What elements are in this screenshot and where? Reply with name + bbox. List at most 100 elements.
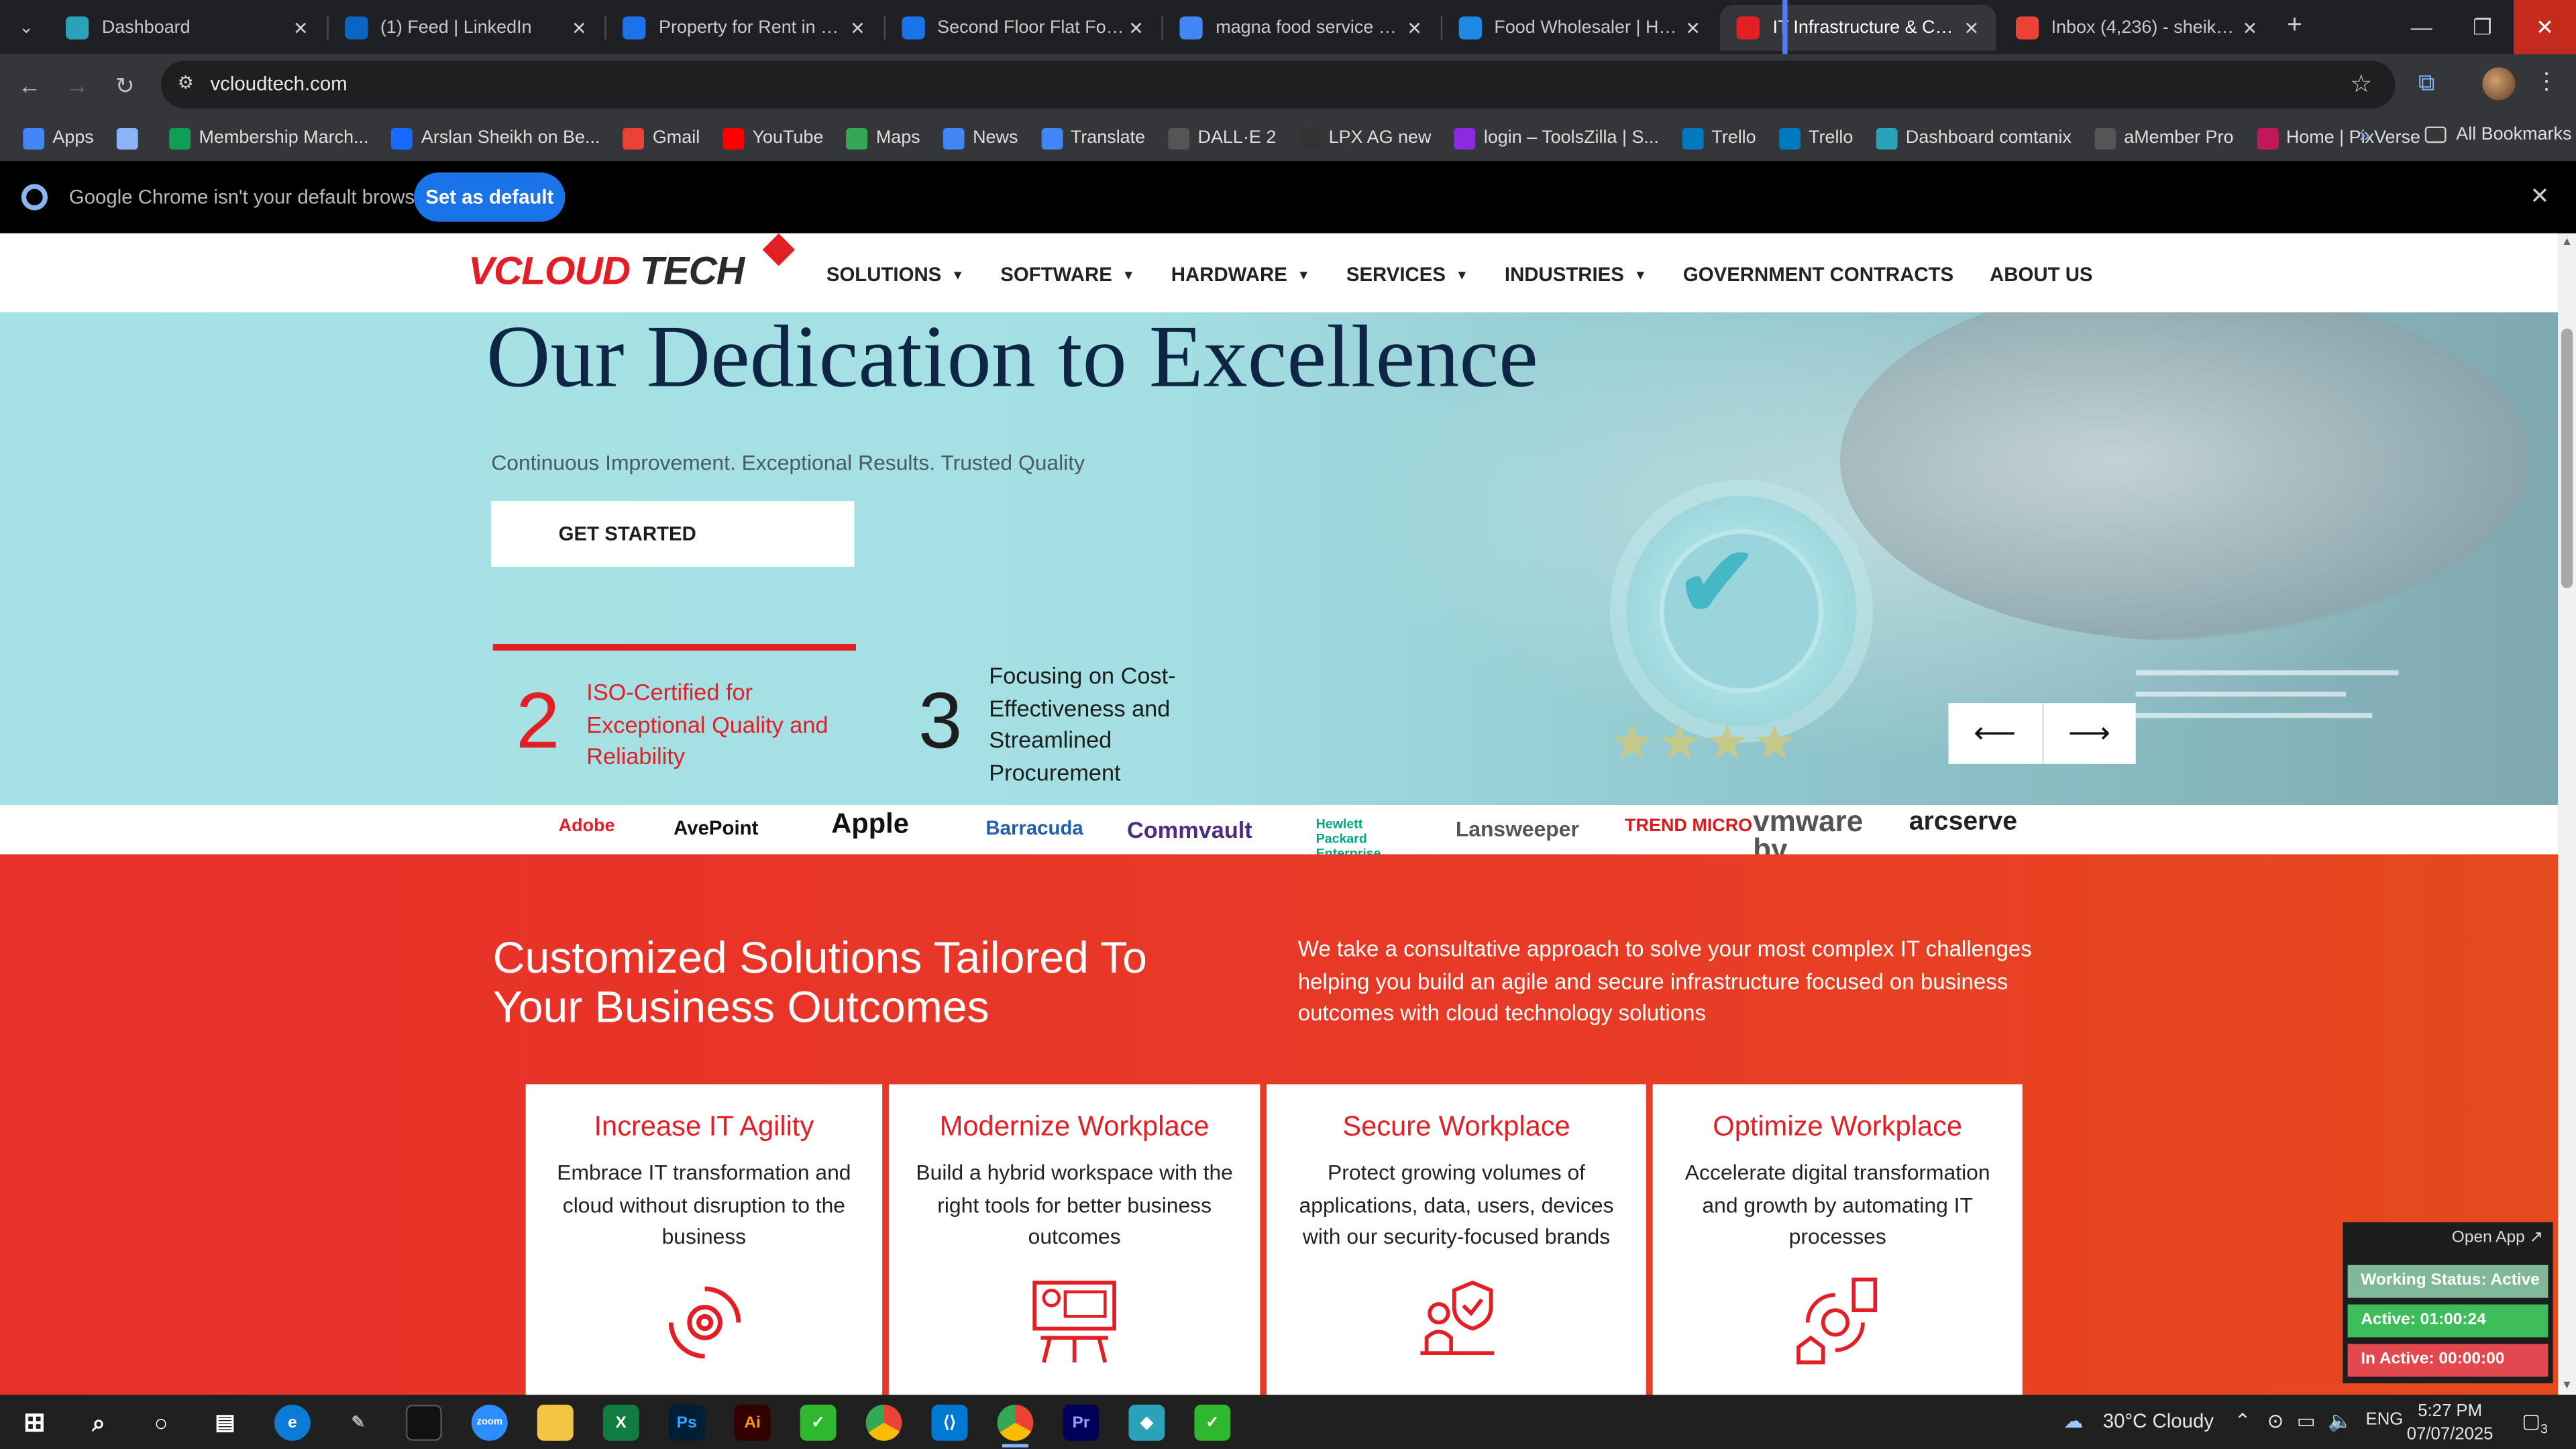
scrollbar-thumb[interactable] (2561, 328, 2573, 588)
back-arrow-icon[interactable]: ← (13, 69, 46, 102)
brand-logo[interactable]: Adobe (559, 816, 615, 836)
page-scrollbar[interactable]: ▲ ▼ (2558, 233, 2576, 1395)
forward-arrow-icon[interactable]: → (61, 69, 94, 102)
browser-tab[interactable]: Dashboard ✕ (49, 5, 325, 51)
tab-search-chevron-icon[interactable]: ⌄ (10, 13, 43, 43)
bookmark-item[interactable]: Trello (1682, 127, 1756, 149)
close-window-button[interactable]: ✕ (2513, 0, 2576, 54)
windows-start-icon[interactable]: ⊞ (16, 1405, 52, 1441)
pen-icon[interactable]: ✎ (340, 1405, 376, 1441)
nav-item[interactable]: SERVICES ▼ (1346, 263, 1468, 286)
close-tab-icon[interactable]: ✕ (568, 17, 590, 38)
bookmark-item[interactable]: Dashboard comtanix (1876, 127, 2072, 149)
new-tab-button[interactable]: + (2287, 11, 2302, 41)
nav-item[interactable]: SOFTWARE ▼ (1000, 263, 1135, 286)
bookmark-item[interactable]: YouTube (722, 127, 823, 149)
cortana-icon[interactable]: ○ (143, 1405, 179, 1441)
more-bookmarks-icon[interactable]: » (2359, 123, 2370, 146)
bookmark-item[interactable]: Arslan Sheikh on Be... (391, 127, 600, 149)
green-app-icon[interactable]: ✓ (800, 1404, 837, 1441)
chrome-active-icon[interactable] (997, 1404, 1034, 1441)
bookmark-item[interactable]: Maps (846, 127, 920, 149)
close-tab-icon[interactable]: ✕ (1960, 17, 1983, 38)
notifications-icon[interactable]: ▢3 (2522, 1409, 2548, 1436)
edge-icon[interactable]: e (274, 1404, 311, 1441)
reload-icon[interactable]: ↻ (109, 69, 142, 102)
weather-text[interactable]: 30°C Cloudy (2103, 1409, 2214, 1432)
brand-logo[interactable]: Barracuda (985, 816, 1083, 839)
bookmark-item[interactable]: Gmail (623, 127, 700, 149)
system-clock[interactable]: 5:27 PM 07/07/2025 (2407, 1400, 2493, 1446)
brand-logo[interactable]: arcserve (1909, 808, 2017, 838)
bookmark-star-icon[interactable]: ☆ (2350, 69, 2372, 99)
restore-button[interactable]: ❐ (2451, 0, 2514, 54)
address-bar[interactable]: ⚙ vcloudtech.com ☆ (161, 60, 2396, 109)
site-info-icon[interactable]: ⚙ (174, 72, 197, 95)
task-view-icon[interactable]: ▤ (207, 1405, 244, 1441)
bookmark-item[interactable]: Apps (23, 127, 94, 149)
browser-tab[interactable]: (1) Feed | LinkedIn ✕ (328, 5, 604, 51)
bookmark-item[interactable]: aMember Pro (2094, 127, 2233, 149)
set-as-default-button[interactable]: Set as default (414, 172, 566, 222)
zoom-icon[interactable]: zoom (471, 1404, 508, 1441)
close-tab-icon[interactable]: ✕ (846, 17, 869, 38)
get-started-button[interactable]: GET STARTED (491, 500, 855, 567)
nav-item[interactable]: GOVERNMENT CONTRACTS (1683, 263, 1953, 286)
close-tab-icon[interactable]: ✕ (1403, 17, 1426, 38)
browser-tab[interactable]: IT Infrastructure & Cyber ✕ (1720, 5, 1996, 51)
bookmark-item[interactable]: Trello (1778, 127, 1853, 149)
photoshop-icon[interactable]: Ps (668, 1404, 705, 1441)
file-explorer-icon[interactable] (537, 1404, 574, 1441)
bookmark-item[interactable]: Home | PixVerse (2256, 127, 2420, 149)
premiere-icon[interactable]: Pr (1063, 1404, 1099, 1441)
brand-logo[interactable]: TREND MICRO (1625, 816, 1752, 836)
browser-tab[interactable]: Property for Rent in Rawa ✕ (606, 5, 882, 51)
volume-icon[interactable]: 🔈 (2328, 1409, 2353, 1432)
nav-item[interactable]: INDUSTRIES ▼ (1505, 263, 1647, 286)
minimize-button[interactable]: — (2390, 0, 2453, 54)
brand-logo[interactable]: Apple (831, 808, 909, 841)
url-text[interactable]: vcloudtech.com (210, 72, 347, 95)
vscode-icon[interactable]: ⟨⟩ (931, 1404, 968, 1441)
bookmark-item[interactable]: Membership March... (169, 127, 369, 149)
close-tab-icon[interactable]: ✕ (1124, 17, 1147, 38)
weather-icon[interactable]: ☁ (2063, 1409, 2083, 1432)
close-tab-icon[interactable]: ✕ (289, 17, 312, 38)
vcloudtech-logo[interactable]: VCLOUD TECH (468, 250, 745, 296)
show-hidden-icons[interactable]: ⌃ (2235, 1409, 2251, 1432)
brand-logo[interactable]: AvePoint (674, 816, 758, 839)
nav-item[interactable]: HARDWARE ▼ (1171, 263, 1310, 286)
network-icon[interactable]: ▭ (2297, 1409, 2316, 1432)
close-tab-icon[interactable]: ✕ (2239, 17, 2261, 38)
nav-item[interactable]: ABOUT US (1990, 263, 2092, 286)
browser-tab[interactable]: Food Wholesaler | Halal F✕ (1442, 5, 1717, 51)
browser-tab[interactable]: Second Floor Flat For Ren✕ (885, 5, 1161, 51)
prev-arrow-icon[interactable]: ⟵ (1949, 703, 2041, 764)
chrome-icon[interactable] (865, 1404, 902, 1441)
all-bookmarks-button[interactable]: All Bookmarks (2424, 125, 2571, 145)
close-tab-icon[interactable]: ✕ (1682, 17, 1705, 38)
meet-icon[interactable]: ⊙ (2267, 1409, 2284, 1432)
browser-tab[interactable]: Inbox (4,236) - sheikharsl ✕ (1998, 5, 2274, 51)
browser-tab[interactable]: magna food service uk - G✕ (1163, 5, 1439, 51)
bookmark-item[interactable] (117, 127, 146, 149)
extensions-icon[interactable]: ⧉ (2412, 69, 2441, 99)
bookmark-item[interactable]: login – ToolsZilla | S... (1454, 127, 1659, 149)
next-arrow-icon[interactable]: ⟶ (2043, 703, 2135, 764)
bookmark-item[interactable]: DALL·E 2 (1168, 127, 1276, 149)
brand-logo[interactable]: Lansweeper (1456, 816, 1579, 841)
language-indicator[interactable]: ENG (2366, 1409, 2404, 1429)
nav-item[interactable]: SOLUTIONS ▼ (826, 263, 965, 286)
dashboard-app-icon[interactable]: ◆ (1128, 1404, 1165, 1441)
brand-logo[interactable]: Commvault (1127, 816, 1252, 843)
bookmark-item[interactable]: Translate (1040, 127, 1145, 149)
open-app-link[interactable]: Open App ↗ (2452, 1229, 2543, 1247)
terminal-icon[interactable] (405, 1404, 442, 1441)
profile-avatar[interactable] (2482, 67, 2516, 101)
green-app-2-icon[interactable]: ✓ (1194, 1404, 1231, 1441)
close-infobar-icon[interactable]: ✕ (2530, 182, 2549, 211)
chrome-menu-icon[interactable]: ⋮ (2535, 67, 2558, 95)
excel-icon[interactable]: X (602, 1404, 639, 1441)
bookmark-item[interactable]: LPX AG new (1299, 127, 1431, 149)
bookmark-item[interactable]: News (943, 127, 1018, 149)
